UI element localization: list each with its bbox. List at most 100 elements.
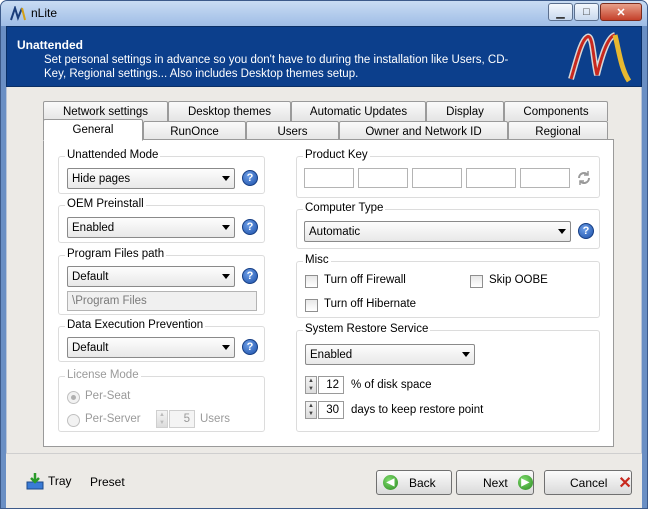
tray-icon xyxy=(26,473,44,490)
window-title: nLite xyxy=(31,6,58,20)
unattended-mode-select[interactable]: Hide pages xyxy=(67,168,235,189)
help-icon[interactable]: ? xyxy=(242,339,258,355)
tab-display[interactable]: Display xyxy=(426,101,504,121)
next-button[interactable]: Next ▶ xyxy=(456,470,534,495)
dep-group: Data Execution Prevention Default ? xyxy=(58,319,265,362)
license-mode-group: License Mode Per-Seat Per-Server ▲ ▼ 5 Us… xyxy=(58,369,265,432)
chevron-down-icon xyxy=(222,176,230,181)
tab-components[interactable]: Components xyxy=(504,101,608,121)
program-files-select[interactable]: Default xyxy=(67,266,235,287)
title-bar: nLite ▁ □ ✕ xyxy=(1,1,647,26)
close-button[interactable]: ✕ xyxy=(600,3,642,21)
page-description: Set personal settings in advance so you … xyxy=(44,54,509,80)
disk-space-input[interactable]: 12 xyxy=(318,376,344,394)
cancel-label: Cancel xyxy=(570,475,608,490)
chevron-down-icon xyxy=(222,225,230,230)
oem-preinstall-group: OEM Preinstall Enabled ? xyxy=(58,198,265,243)
system-restore-value: Enabled xyxy=(310,348,353,361)
tray-button[interactable]: Tray xyxy=(26,472,72,490)
product-key-field-2[interactable] xyxy=(358,168,408,188)
license-mode-label: License Mode xyxy=(65,369,141,381)
help-icon[interactable]: ? xyxy=(242,219,258,235)
per-server-radio[interactable] xyxy=(67,414,80,427)
skip-oobe-checkbox[interactable] xyxy=(470,275,483,288)
product-key-field-3[interactable] xyxy=(412,168,462,188)
computer-type-group: Computer Type Automatic ? xyxy=(296,202,600,249)
program-files-group: Program Files path Default ? \Program Fi… xyxy=(58,248,265,315)
maximize-button[interactable]: □ xyxy=(574,3,599,21)
disk-space-label: % of disk space xyxy=(351,379,432,391)
help-icon[interactable]: ? xyxy=(242,170,258,186)
back-button[interactable]: ◀ Back xyxy=(376,470,452,495)
restore-days-stepper[interactable]: ▲ ▼ xyxy=(305,401,317,419)
product-key-field-1[interactable] xyxy=(304,168,354,188)
chevron-down-icon xyxy=(222,274,230,279)
oem-preinstall-select[interactable]: Enabled xyxy=(67,217,235,238)
bottom-bar: Tray Preset ◀ Back Next ▶ Cancel ✕ xyxy=(6,453,642,508)
per-seat-radio[interactable] xyxy=(67,391,80,404)
users-count-input[interactable]: 5 xyxy=(169,410,195,428)
chevron-down-icon xyxy=(222,345,230,350)
dep-value: Default xyxy=(72,341,109,354)
skip-oobe-label: Skip OOBE xyxy=(489,274,548,286)
product-key-group: Product Key xyxy=(296,149,600,198)
dep-select[interactable]: Default xyxy=(67,337,235,358)
users-label: Users xyxy=(200,413,231,425)
restore-days-label: days to keep restore point xyxy=(351,404,484,416)
computer-type-value: Automatic xyxy=(309,225,361,238)
oem-preinstall-value: Enabled xyxy=(72,221,115,234)
unattended-mode-value: Hide pages xyxy=(72,172,131,185)
refresh-icon[interactable] xyxy=(576,170,592,186)
disk-space-stepper[interactable]: ▲ ▼ xyxy=(305,376,317,394)
per-server-label: Per-Server xyxy=(85,413,141,425)
maximize-icon: □ xyxy=(583,6,590,18)
minimize-button[interactable]: ▁ xyxy=(548,3,573,21)
next-arrow-icon: ▶ xyxy=(517,475,533,490)
program-files-path-input[interactable]: \Program Files xyxy=(67,291,257,311)
content-area: Network settings Desktop themes Automati… xyxy=(6,87,642,453)
next-label: Next xyxy=(483,475,508,490)
back-arrow-icon: ◀ xyxy=(383,475,398,490)
dep-label: Data Execution Prevention xyxy=(65,319,206,331)
tab-runonce[interactable]: RunOnce xyxy=(143,121,246,141)
computer-type-select[interactable]: Automatic xyxy=(304,221,571,242)
turn-off-hibernate-checkbox[interactable] xyxy=(305,299,318,312)
nlite-logo xyxy=(568,32,632,83)
tab-desktop-themes[interactable]: Desktop themes xyxy=(168,101,291,121)
tab-general[interactable]: General xyxy=(43,119,143,141)
help-icon[interactable]: ? xyxy=(578,223,594,239)
unattended-mode-label: Unattended Mode xyxy=(65,149,161,161)
general-panel: Unattended Mode Hide pages ? OEM Preinst… xyxy=(43,139,614,447)
per-seat-label: Per-Seat xyxy=(85,390,131,402)
chevron-down-icon xyxy=(462,352,470,357)
tab-network-settings[interactable]: Network settings xyxy=(43,101,168,121)
preset-button[interactable]: Preset xyxy=(90,475,125,489)
turn-off-hibernate-label: Turn off Hibernate xyxy=(324,298,417,310)
tray-label: Tray xyxy=(48,474,72,488)
cancel-x-icon: ✕ xyxy=(618,474,632,492)
cancel-button[interactable]: Cancel ✕ xyxy=(544,470,632,495)
chevron-down-icon xyxy=(558,229,566,234)
page-header: Unattended Set personal settings in adva… xyxy=(6,26,642,87)
turn-off-firewall-checkbox[interactable] xyxy=(305,275,318,288)
tab-regional[interactable]: Regional xyxy=(508,121,608,141)
tab-automatic-updates[interactable]: Automatic Updates xyxy=(291,101,426,121)
product-key-field-4[interactable] xyxy=(466,168,516,188)
system-restore-group: System Restore Service Enabled ▲ ▼ 12 % o… xyxy=(296,323,600,432)
nlite-window: nLite ▁ □ ✕ Unattended Set personal sett… xyxy=(0,0,648,509)
back-label: Back xyxy=(409,475,436,490)
system-restore-select[interactable]: Enabled xyxy=(305,344,475,365)
nlite-app-icon xyxy=(10,6,26,22)
users-stepper[interactable]: ▲ ▼ xyxy=(156,410,168,428)
product-key-field-5[interactable] xyxy=(520,168,570,188)
unattended-mode-group: Unattended Mode Hide pages ? xyxy=(58,149,265,194)
tab-users[interactable]: Users xyxy=(246,121,339,141)
help-icon[interactable]: ? xyxy=(242,268,258,284)
tab-owner-network-id[interactable]: Owner and Network ID xyxy=(339,121,508,141)
restore-days-input[interactable]: 30 xyxy=(318,401,344,419)
minimize-icon: ▁ xyxy=(556,6,565,19)
computer-type-label: Computer Type xyxy=(303,202,386,214)
system-restore-label: System Restore Service xyxy=(303,323,431,335)
program-files-value: Default xyxy=(72,270,109,283)
misc-group: Misc Turn off Firewall Skip OOBE Turn of… xyxy=(296,254,600,318)
